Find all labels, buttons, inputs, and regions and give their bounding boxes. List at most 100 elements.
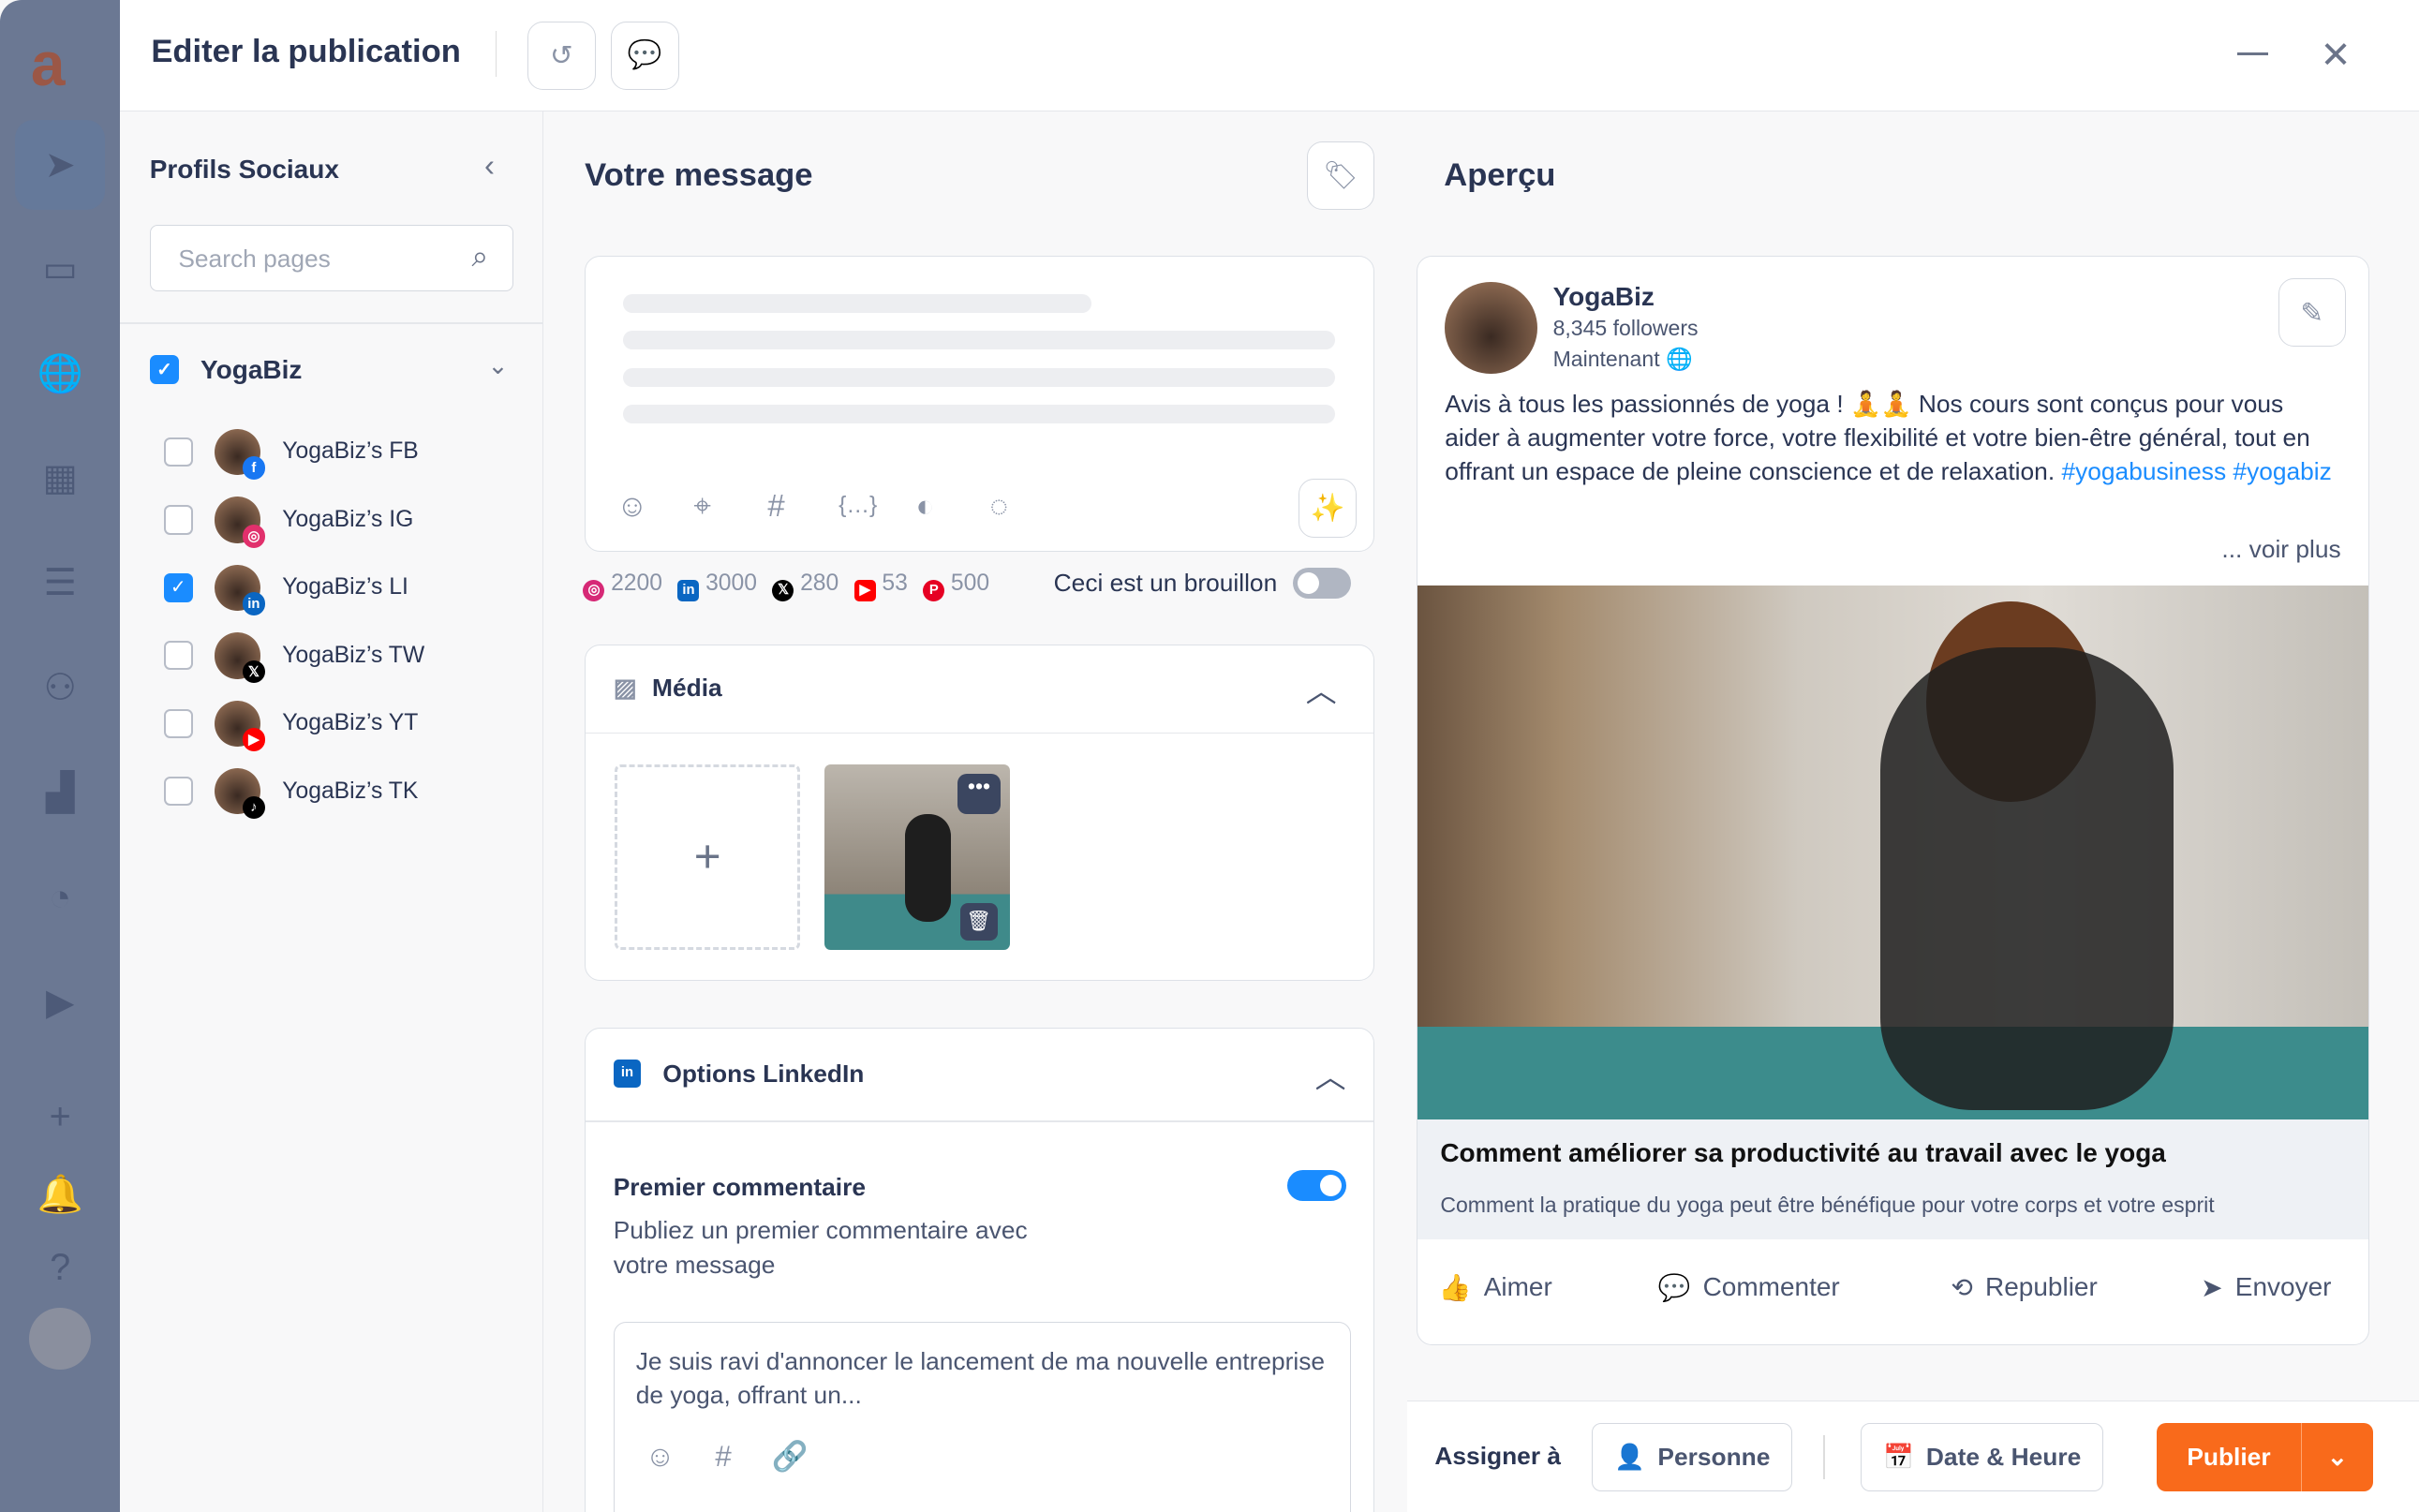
- link-icon[interactable]: 🔗: [772, 1440, 809, 1474]
- group-yogabiz[interactable]: ✓ YogaBiz: [149, 355, 302, 385]
- edit-preview-button[interactable]: ✎: [2278, 278, 2346, 347]
- collapse-media-icon[interactable]: ︿: [1306, 667, 1337, 711]
- first-comment-desc: Publiez un premier commentaire avec votr…: [613, 1216, 1028, 1279]
- chat-settings-icon[interactable]: ◌: [990, 488, 1009, 524]
- search-input[interactable]: Search pages ⌕: [149, 225, 514, 292]
- nav-publish-icon[interactable]: ➤: [15, 120, 105, 210]
- profile-avatar: in: [214, 564, 266, 615]
- emoji-icon[interactable]: ☺: [616, 488, 648, 524]
- profile-item[interactable]: ▶ YogaBiz’s YT: [163, 700, 418, 751]
- profile-checkbox[interactable]: [163, 641, 193, 671]
- nav-help-icon[interactable]: ?: [29, 1238, 91, 1299]
- draft-toggle[interactable]: [1292, 567, 1352, 599]
- linkedin-title: Options LinkedIn: [662, 1059, 865, 1088]
- delete-icon[interactable]: 🗑: [960, 903, 998, 941]
- date-time-button[interactable]: 📅 Date & Heure: [1860, 1423, 2104, 1491]
- youtube-icon: ▶: [853, 579, 876, 601]
- nav-inbox-icon[interactable]: ▭: [29, 238, 91, 300]
- comments-button[interactable]: 💬: [611, 22, 679, 90]
- nav-dashboard-icon[interactable]: ◔: [29, 867, 91, 928]
- history-button[interactable]: ↺: [527, 22, 596, 90]
- profile-label: YogaBiz’s LI: [282, 574, 408, 600]
- x-icon: 𝕏: [242, 660, 266, 684]
- link-title: Comment améliorer sa productivité au tra…: [1440, 1137, 2166, 1167]
- profile-item[interactable]: ♪ YogaBiz’s TK: [163, 768, 419, 820]
- globe-settings-icon[interactable]: ◐: [915, 488, 934, 524]
- profile-label: YogaBiz’s IG: [282, 506, 414, 532]
- profile-checkbox[interactable]: [163, 777, 193, 807]
- user-icon: 👤: [1614, 1442, 1646, 1471]
- collapse-chevron-icon[interactable]: ‹: [484, 148, 495, 184]
- magic-wand-icon: ✨: [1310, 492, 1345, 524]
- assign-label: Assigner à: [1434, 1442, 1562, 1471]
- chevron-down-icon[interactable]: ⌄: [487, 351, 508, 380]
- ai-magic-button[interactable]: ✨: [1298, 479, 1358, 538]
- count-value: 3000: [705, 571, 757, 597]
- location-icon[interactable]: ⌖: [693, 488, 711, 525]
- count-value: 2200: [611, 571, 662, 597]
- message-title: Votre message: [585, 156, 813, 193]
- add-media-button[interactable]: +: [615, 764, 800, 950]
- linkedin-icon: in: [613, 1060, 642, 1088]
- nav-media-icon[interactable]: ▶: [29, 971, 91, 1033]
- profile-item[interactable]: 𝕏 YogaBiz’s TW: [163, 632, 424, 684]
- char-count-pinterest: P 500: [923, 571, 990, 601]
- send-action[interactable]: ➤ Envoyer: [2201, 1272, 2331, 1303]
- assign-person-button[interactable]: 👤 Personne: [1592, 1423, 1793, 1491]
- nav-planner-icon[interactable]: ☰: [29, 553, 91, 615]
- date-label: Date & Heure: [1925, 1442, 2082, 1471]
- hashtag-icon[interactable]: #: [715, 1440, 731, 1474]
- nav-team-icon[interactable]: ⚇: [29, 657, 91, 719]
- collapse-linkedin-icon[interactable]: ︿: [1315, 1053, 1346, 1097]
- user-avatar[interactable]: [29, 1308, 92, 1371]
- post-hashtags[interactable]: #yogabusiness #yogabiz: [2061, 457, 2331, 485]
- publish-button[interactable]: Publier: [2157, 1423, 2302, 1491]
- publish-options-chevron-icon[interactable]: ⌄: [2302, 1423, 2373, 1490]
- header: Editer la publication ↺ 💬 ✕: [120, 0, 2419, 111]
- media-thumbnail[interactable]: ••• 🗑: [824, 764, 1010, 950]
- linkedin-icon: in: [677, 579, 700, 601]
- profile-item[interactable]: ✓ in YogaBiz’s LI: [163, 564, 408, 615]
- first-comment-toggle[interactable]: [1287, 1170, 1346, 1202]
- minimize-button[interactable]: [2236, 52, 2268, 56]
- comment-action[interactable]: 💬 Commenter: [1658, 1272, 1840, 1303]
- close-button[interactable]: ✕: [2320, 34, 2351, 77]
- more-options-icon[interactable]: •••: [957, 773, 1002, 814]
- tag-button[interactable]: 🏷: [1306, 141, 1375, 210]
- hashtag-icon[interactable]: #: [767, 488, 784, 524]
- nav-bell-icon[interactable]: 🔔: [29, 1164, 91, 1225]
- followers: 8,345 followers: [1552, 315, 1699, 340]
- variables-icon[interactable]: {…}: [838, 493, 877, 519]
- link-card[interactable]: Comment améliorer sa productivité au tra…: [1417, 1119, 2369, 1240]
- emoji-icon[interactable]: ☺: [646, 1440, 675, 1474]
- app-logo: a: [30, 28, 66, 98]
- pinterest-icon: P: [923, 579, 945, 601]
- char-count-youtube: ▶ 53: [853, 571, 908, 601]
- profile-checkbox[interactable]: ✓: [163, 572, 193, 602]
- nav-listening-icon[interactable]: 🌐: [29, 343, 91, 405]
- repost-action[interactable]: ⟲ Republier: [1951, 1272, 2097, 1303]
- first-comment-input[interactable]: Je suis ravi d'annoncer le lancement de …: [613, 1321, 1351, 1512]
- profile-label: YogaBiz’s TK: [282, 778, 419, 804]
- page-title: Editer la publication: [151, 34, 461, 70]
- link-desc: Comment la pratique du yoga peut être bé…: [1440, 1192, 2215, 1217]
- like-action[interactable]: 👍 Aimer: [1439, 1272, 1552, 1303]
- publish-group: Publier ⌄: [2157, 1423, 2373, 1491]
- nav-add-icon[interactable]: +: [29, 1086, 91, 1148]
- see-more-link[interactable]: ... voir plus: [2221, 535, 2340, 564]
- action-label: Aimer: [1483, 1272, 1552, 1302]
- action-label: Commenter: [1702, 1272, 1840, 1302]
- media-section: ▨ Média ︿ + ••• 🗑: [585, 645, 1375, 982]
- nav-calendar-icon[interactable]: ▦: [29, 448, 91, 510]
- youtube-icon: ▶: [242, 728, 266, 751]
- nav-analytics-icon[interactable]: ▟: [29, 762, 91, 823]
- profile-avatar: f: [214, 428, 266, 481]
- profile-item[interactable]: ◎ YogaBiz’s IG: [163, 497, 414, 548]
- message-editor[interactable]: ☺ ⌖ # {…} ◐ ◌ ✨: [585, 256, 1375, 553]
- profile-checkbox[interactable]: [163, 505, 193, 535]
- group-checkbox[interactable]: ✓: [149, 355, 179, 385]
- profile-item[interactable]: f YogaBiz’s FB: [163, 428, 419, 481]
- profile-checkbox[interactable]: [163, 437, 193, 467]
- profile-checkbox[interactable]: [163, 708, 193, 738]
- count-value: 500: [950, 571, 990, 597]
